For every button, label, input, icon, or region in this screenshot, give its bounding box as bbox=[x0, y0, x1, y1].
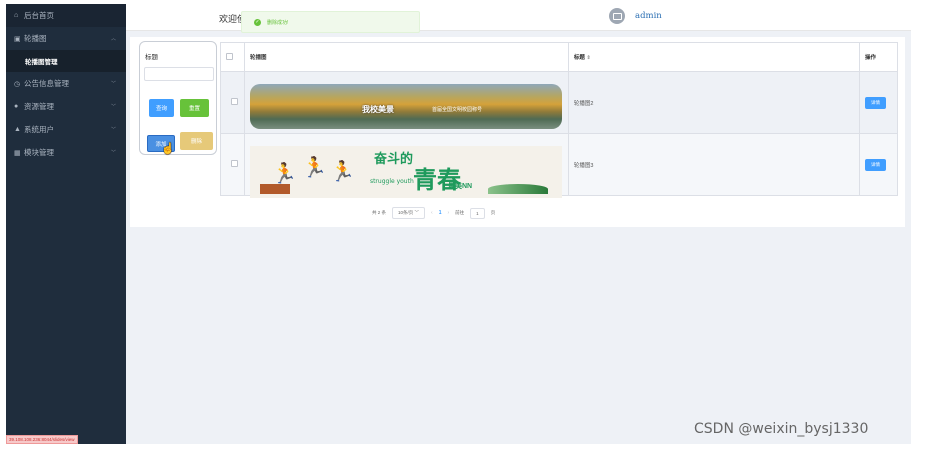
main-content: 标题 查询 重置 添加 删除 ☝ 轮播图 标题 ⇕ 操作 我校美景 首届全国文明… bbox=[126, 31, 911, 444]
table-header-row: 轮播图 标题 ⇕ 操作 bbox=[220, 42, 898, 72]
sidebar-item-home[interactable]: ⌂ 后台首页 bbox=[6, 4, 126, 27]
sidebar-item-system-user[interactable]: ▲ 系统用户 ﹀ bbox=[6, 118, 126, 141]
search-label: 标题 bbox=[145, 54, 158, 61]
pagination: 共 2 条 10条/页 ﹀ ‹ 1 › 前往 1 页 bbox=[372, 207, 495, 219]
row-checkbox-cell bbox=[220, 71, 245, 134]
watermark: CSDN @weixin_bysj1330 bbox=[694, 421, 869, 437]
table-row[interactable]: 🏃 🏃 🏃 奋斗的 青春 struggle youth 最美NN 轮播图3 详情 bbox=[220, 133, 898, 198]
banner-subtext: struggle youth bbox=[369, 177, 414, 185]
title-cell: 轮播图2 bbox=[567, 71, 861, 134]
hand-cursor-icon: ☝ bbox=[161, 143, 175, 155]
image-icon: ▣ bbox=[14, 35, 21, 43]
banner-image-cell: 我校美景 首届全国文明校园称号 bbox=[243, 71, 569, 134]
chevron-up-icon: ︿ bbox=[110, 36, 116, 42]
sidebar-item-label: 公告信息管理 bbox=[24, 79, 69, 88]
page-size-select[interactable]: 10条/页 ﹀ bbox=[392, 207, 426, 219]
running-figure-icon: 🏃 bbox=[271, 162, 297, 185]
youth-banner-image: 🏃 🏃 🏃 奋斗的 青春 struggle youth 最美NN bbox=[249, 145, 562, 198]
banner-subtext: 首届全国文明校园称号 bbox=[431, 106, 482, 113]
content-card: 标题 查询 重置 添加 删除 ☝ 轮播图 标题 ⇕ 操作 我校美景 首届全国文明… bbox=[130, 37, 905, 227]
check-circle-icon: ✓ bbox=[254, 18, 261, 26]
sidebar-item-label: 轮播图 bbox=[24, 34, 47, 43]
user-icon: ▲ bbox=[14, 126, 21, 133]
status-bar-url: 39.108.108.236:8044/slides/view bbox=[6, 435, 78, 444]
sidebar-item-label: 后台首页 bbox=[24, 11, 54, 20]
books-decoration bbox=[259, 183, 290, 194]
chevron-down-icon: ﹀ bbox=[110, 81, 116, 87]
page-size-value: 10条/页 bbox=[398, 210, 414, 215]
detail-button[interactable]: 详情 bbox=[865, 158, 887, 171]
actions-cell: 详情 bbox=[859, 71, 898, 134]
clock-icon: ◷ bbox=[14, 80, 21, 88]
goto-label: 前往 bbox=[455, 210, 465, 215]
pin-icon: ● bbox=[14, 103, 19, 110]
campus-scenery-banner-image: 我校美景 首届全国文明校园称号 bbox=[249, 83, 562, 129]
image-icon bbox=[612, 12, 622, 20]
sidebar-item-carousel[interactable]: ▣ 轮播图 ︿ bbox=[6, 27, 126, 50]
avatar[interactable] bbox=[609, 8, 625, 24]
sidebar-item-label: 模块管理 bbox=[24, 148, 54, 157]
chevron-down-icon: ﹀ bbox=[110, 150, 116, 156]
data-table: 轮播图 标题 ⇕ 操作 我校美景 首届全国文明校园称号 轮播图2 详情 🏃 🏃 … bbox=[220, 42, 898, 198]
column-header-image: 轮播图 bbox=[243, 42, 569, 72]
next-page-icon[interactable]: › bbox=[448, 210, 450, 216]
query-button[interactable]: 查询 bbox=[149, 99, 174, 117]
goto-page-input[interactable]: 1 bbox=[470, 207, 485, 219]
banner-image-cell: 🏃 🏃 🏃 奋斗的 青春 struggle youth 最美NN bbox=[243, 133, 569, 198]
search-panel: 标题 查询 重置 添加 删除 ☝ bbox=[139, 41, 217, 155]
running-figure-icon: 🏃 bbox=[301, 156, 327, 179]
chevron-down-icon: ﹀ bbox=[110, 127, 116, 133]
banner-tag: 最美NN bbox=[447, 182, 473, 190]
delete-button[interactable]: 删除 bbox=[180, 132, 213, 150]
sidebar-item-resource[interactable]: ● 资源管理 ﹀ bbox=[6, 95, 126, 118]
toast-message: 删除成功! bbox=[267, 19, 289, 26]
reset-button[interactable]: 重置 bbox=[180, 99, 209, 117]
total-count: 共 2 条 bbox=[372, 210, 387, 215]
select-all-cell bbox=[220, 42, 245, 72]
select-all-checkbox[interactable] bbox=[226, 52, 233, 60]
sidebar-item-notice[interactable]: ◷ 公告信息管理 ﹀ bbox=[6, 72, 126, 95]
chevron-down-icon: ﹀ bbox=[110, 104, 116, 110]
banner-text: 我校美景 bbox=[361, 103, 394, 114]
sidebar-item-carousel-manage[interactable]: 轮播图管理 bbox=[6, 50, 126, 72]
sidebar-item-module[interactable]: ▦ 模块管理 ﹀ bbox=[6, 141, 126, 164]
current-page[interactable]: 1 bbox=[439, 210, 442, 216]
column-header-label: 标题 bbox=[573, 55, 585, 61]
page-unit: 页 bbox=[490, 210, 496, 215]
prev-page-icon[interactable]: ‹ bbox=[431, 210, 433, 216]
home-icon: ⌂ bbox=[14, 12, 19, 19]
user-name[interactable]: admin bbox=[635, 11, 662, 21]
title-search-input[interactable] bbox=[144, 67, 214, 81]
grass-decoration bbox=[487, 183, 548, 194]
row-checkbox[interactable] bbox=[231, 98, 239, 105]
chevron-down-icon: ﹀ bbox=[414, 210, 420, 215]
detail-button[interactable]: 详情 bbox=[865, 96, 887, 109]
sidebar: ⌂ 后台首页 ▣ 轮播图 ︿ 轮播图管理 ◷ 公告信息管理 ﹀ ● 资源管理 ﹀… bbox=[6, 4, 126, 444]
banner-text: 奋斗的 bbox=[373, 151, 413, 167]
sort-icon[interactable]: ⇕ bbox=[586, 55, 590, 61]
title-cell: 轮播图3 bbox=[567, 133, 861, 196]
sidebar-item-label: 资源管理 bbox=[24, 102, 54, 111]
actions-cell: 详情 bbox=[859, 133, 898, 196]
row-checkbox[interactable] bbox=[231, 160, 239, 167]
sidebar-item-label: 轮播图管理 bbox=[25, 59, 58, 66]
sidebar-item-label: 系统用户 bbox=[24, 125, 54, 134]
table-row[interactable]: 我校美景 首届全国文明校园称号 轮播图2 详情 bbox=[220, 71, 898, 134]
success-toast: ✓ 删除成功! bbox=[241, 11, 420, 33]
running-figure-icon: 🏃 bbox=[329, 160, 355, 183]
row-checkbox-cell bbox=[220, 133, 245, 196]
column-header-title[interactable]: 标题 ⇕ bbox=[567, 42, 861, 72]
grid-icon: ▦ bbox=[14, 149, 21, 157]
column-header-actions: 操作 bbox=[859, 42, 898, 72]
